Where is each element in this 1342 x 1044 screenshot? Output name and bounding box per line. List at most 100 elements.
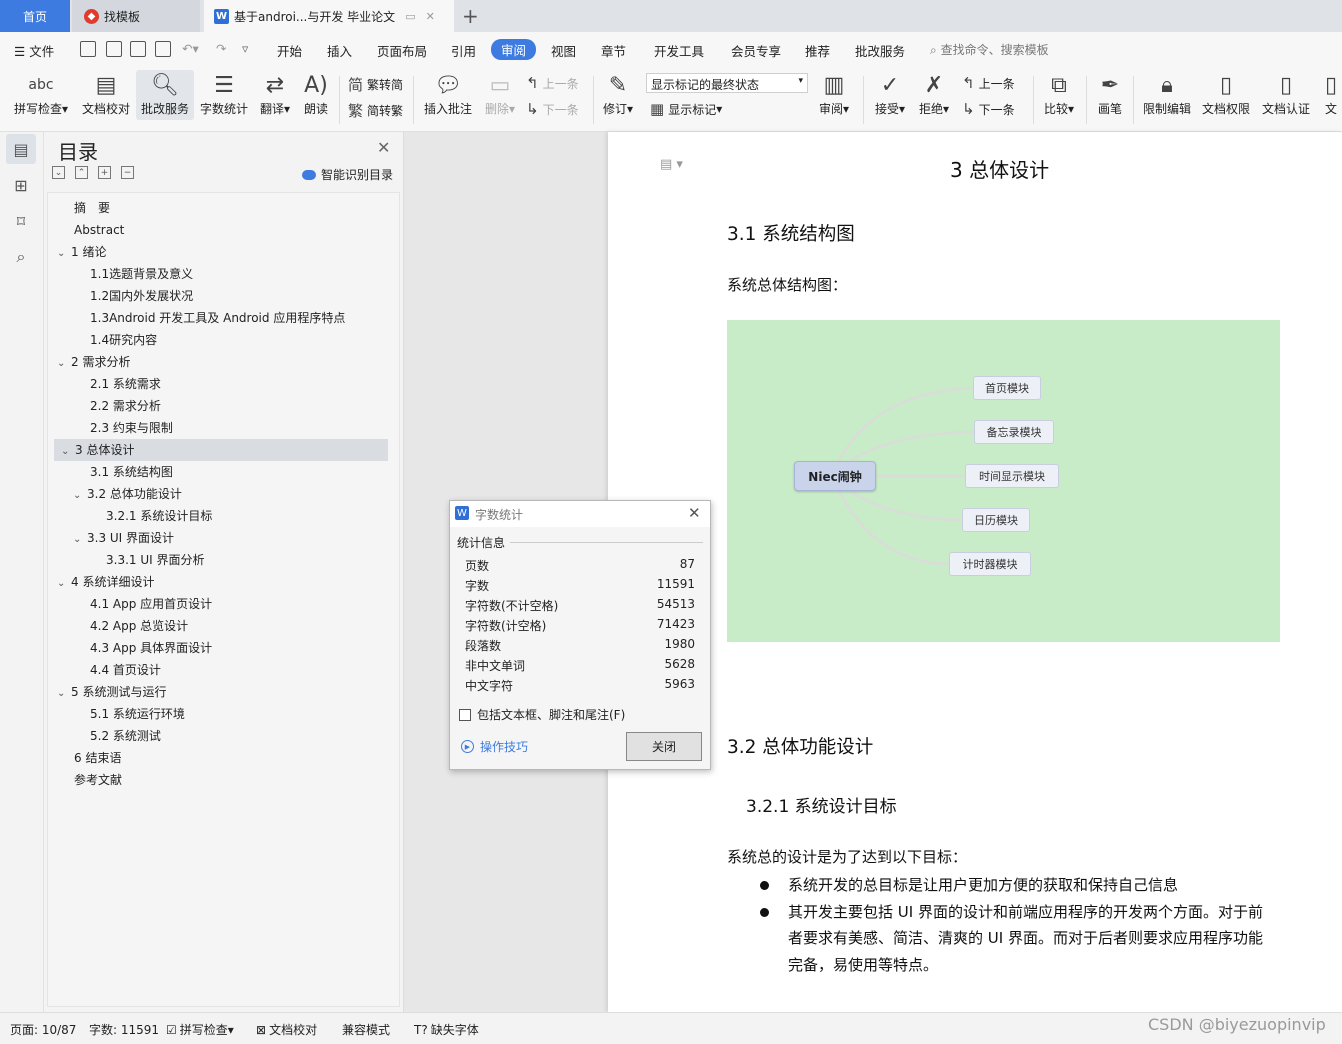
toc-item[interactable]: 3.2.1 系统设计目标 xyxy=(106,505,212,527)
chevron-down-icon[interactable]: ⌄ xyxy=(57,683,71,705)
toc-item[interactable]: 1.1选题背景及意义 xyxy=(90,263,193,285)
toc-item[interactable]: 3.1 系统结构图 xyxy=(90,461,173,483)
next-change-button[interactable]: ↳ 下一条 xyxy=(962,100,1015,118)
menu-layout[interactable]: 页面布局 xyxy=(377,41,427,60)
customize-chevron-icon[interactable]: ▿ xyxy=(242,41,248,56)
menu-view[interactable]: 视图 xyxy=(551,41,576,60)
page-options-icon[interactable]: ▤ ▾ xyxy=(660,157,683,172)
toc-item[interactable]: 3.3.1 UI 界面分析 xyxy=(106,549,205,571)
command-search[interactable]: ⌕ 查找命令、搜索模板 xyxy=(930,41,1049,58)
toc-item[interactable]: ⌄ 4 系统详细设计 xyxy=(57,571,154,593)
menu-chapter[interactable]: 章节 xyxy=(601,41,626,60)
read-aloud-button[interactable]: A) 朗读 xyxy=(300,70,332,117)
menu-member[interactable]: 会员专享 xyxy=(731,41,781,60)
chevron-down-icon[interactable]: ⌄ xyxy=(57,573,71,595)
chevron-down-icon[interactable]: ⌄ xyxy=(73,529,87,551)
redo-icon[interactable]: ↷ xyxy=(216,41,226,56)
doc-permission-button[interactable]: ▯ 文档权限 xyxy=(1198,70,1254,117)
expand-all-icon[interactable]: ⌃ xyxy=(75,166,88,179)
dialog-titlebar[interactable]: W 字数统计 ✕ xyxy=(450,501,710,527)
to-traditional-button[interactable]: 繁简转繁 xyxy=(348,100,403,121)
menu-start[interactable]: 开始 xyxy=(277,41,302,60)
export-pdf-icon[interactable] xyxy=(106,41,122,57)
translate-button[interactable]: ⇄ 翻译▾ xyxy=(256,70,294,117)
menu-correction[interactable]: 批改服务 xyxy=(855,41,905,60)
toc-item[interactable]: 2.1 系统需求 xyxy=(90,373,161,395)
missing-font-status[interactable]: T? 缺失字体 xyxy=(414,1021,479,1038)
tab-home[interactable]: 首页 xyxy=(0,0,70,32)
menu-reference[interactable]: 引用 xyxy=(451,41,476,60)
next-comment-button[interactable]: ↳ 下一条 xyxy=(526,100,579,118)
bookmark-icon[interactable]: ⌑ xyxy=(6,206,36,236)
accept-button[interactable]: ✓ 接受▾ xyxy=(870,70,910,117)
toc-item[interactable]: Abstract xyxy=(74,219,124,241)
toc-item[interactable]: ⌄ 3.2 总体功能设计 xyxy=(73,483,182,505)
toc-item[interactable]: ⌄ 2 需求分析 xyxy=(57,351,130,373)
tab-window-icon[interactable]: ▭ xyxy=(405,10,415,23)
page-indicator[interactable]: 页面: 10/87 xyxy=(10,1021,76,1038)
chevron-down-icon[interactable]: ⌄ xyxy=(73,485,87,507)
show-markup-button[interactable]: ▦ 显示标记 ▾ xyxy=(650,100,722,118)
prev-comment-button[interactable]: ↰ 上一条 xyxy=(526,74,579,92)
doc-certify-button[interactable]: ▯ 文档认证 xyxy=(1258,70,1314,117)
toc-item[interactable]: 摘 要 xyxy=(74,197,110,219)
to-simplified-button[interactable]: 简繁转简 xyxy=(348,74,403,95)
toc-item[interactable]: 1.2国内外发展状况 xyxy=(90,285,193,307)
tab-document[interactable]: W 基于androi...与开发 毕业论文 ▭ ✕ xyxy=(204,0,454,32)
pen-button[interactable]: ✒ 画笔 xyxy=(1094,70,1126,117)
new-tab-icon[interactable]: + xyxy=(462,4,479,28)
close-button[interactable]: 关闭 xyxy=(626,732,702,761)
print-preview-icon[interactable] xyxy=(155,41,171,57)
menu-devtools[interactable]: 开发工具 xyxy=(654,41,704,60)
track-changes-button[interactable]: ✎ 修订▾ xyxy=(600,70,636,117)
remove-level-icon[interactable]: − xyxy=(121,166,134,179)
chevron-down-icon[interactable]: ⌄ xyxy=(61,441,75,463)
close-icon[interactable]: ✕ xyxy=(688,504,701,522)
delete-comment-button[interactable]: ▭ 删除▾ xyxy=(480,70,520,117)
chapter-icon[interactable]: ⊞ xyxy=(6,170,36,200)
review-pane-button[interactable]: ▥ 审阅▾ xyxy=(814,70,854,117)
spell-check-status[interactable]: ☑ 拼写检查 ▾ xyxy=(166,1021,234,1038)
document-page[interactable]: ▤ ▾ 3 总体设计 3.1 系统结构图 系统总体结构图： Niec闹钟 首页模… xyxy=(608,132,1342,1012)
toc-item[interactable]: 参考文献 xyxy=(74,769,122,791)
correction-service-button[interactable]: 🔍︎ 批改服务 xyxy=(136,70,194,120)
doc-more-button[interactable]: ▯ 文 xyxy=(1320,70,1342,117)
toc-item[interactable]: ⌄ 3 总体设计 xyxy=(54,439,388,461)
menu-recommend[interactable]: 推荐 xyxy=(805,41,830,60)
toc-item[interactable]: 2.2 需求分析 xyxy=(90,395,161,417)
save-icon[interactable] xyxy=(80,41,96,57)
close-icon[interactable]: ✕ xyxy=(377,138,390,157)
doc-proof-button[interactable]: ▤ 文档校对 xyxy=(80,70,132,117)
print-icon[interactable] xyxy=(130,41,146,57)
toc-item[interactable]: 4.3 App 具体界面设计 xyxy=(90,637,212,659)
compare-button[interactable]: ⧉ 比较▾ xyxy=(1040,70,1078,117)
file-menu[interactable]: ☰ 文件 xyxy=(14,41,54,60)
toc-item[interactable]: 1.4研究内容 xyxy=(90,329,157,351)
toc-item[interactable]: ⌄ 1 绪论 xyxy=(57,241,106,263)
reject-button[interactable]: ✗ 拒绝▾ xyxy=(914,70,954,117)
collapse-all-icon[interactable]: ⌄ xyxy=(52,166,65,179)
tips-link[interactable]: ▶ 操作技巧 xyxy=(461,738,528,755)
word-count-indicator[interactable]: 字数: 11591 xyxy=(89,1021,159,1038)
include-textbox-checkbox[interactable]: 包括文本框、脚注和尾注(F) xyxy=(459,706,625,723)
word-count-button[interactable]: ☰ 字数统计 xyxy=(198,70,250,117)
toc-icon[interactable]: ▤ xyxy=(6,134,36,164)
chevron-down-icon[interactable]: ⌄ xyxy=(57,353,71,375)
insert-comment-button[interactable]: 💬︎ 插入批注 xyxy=(420,70,476,117)
undo-icon[interactable]: ↶▾ xyxy=(182,41,199,56)
toc-item[interactable]: ⌄ 3.3 UI 界面设计 xyxy=(73,527,174,549)
smart-toc-button[interactable]: 智能识别目录 xyxy=(302,166,393,183)
toc-item[interactable]: 2.3 约束与限制 xyxy=(90,417,173,439)
toc-item[interactable]: 4.4 首页设计 xyxy=(90,659,161,681)
chevron-down-icon[interactable]: ⌄ xyxy=(57,243,71,265)
toc-item[interactable]: 5.1 系统运行环境 xyxy=(90,703,185,725)
find-icon[interactable]: ⌕ xyxy=(6,242,36,272)
toc-item[interactable]: 1.3Android 开发工具及 Android 应用程序特点 xyxy=(90,307,345,329)
menu-review[interactable]: 审阅 xyxy=(491,39,537,60)
proof-status[interactable]: ⊠ 文档校对 xyxy=(256,1021,317,1038)
menu-insert[interactable]: 插入 xyxy=(327,41,352,60)
toc-item[interactable]: 6 结束语 xyxy=(74,747,121,769)
prev-change-button[interactable]: ↰ 上一条 xyxy=(962,74,1015,92)
tab-close-icon[interactable]: ✕ xyxy=(426,10,435,23)
markup-state-select[interactable]: 显示标记的最终状态 ▾ xyxy=(646,73,808,93)
